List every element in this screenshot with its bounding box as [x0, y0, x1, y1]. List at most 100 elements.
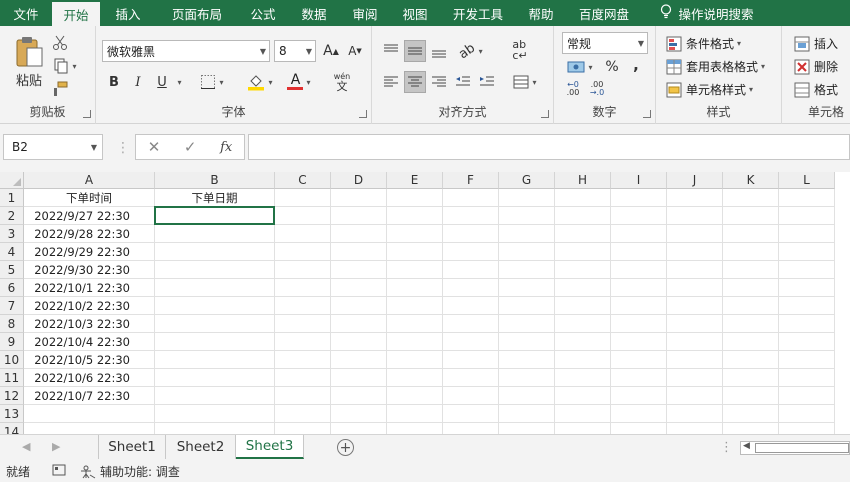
- cell-a14[interactable]: [24, 423, 155, 434]
- cell-b8[interactable]: [155, 315, 275, 333]
- cell-f8[interactable]: [443, 315, 499, 333]
- column-header-i[interactable]: I: [611, 172, 667, 189]
- tab-home[interactable]: 开始: [52, 2, 100, 26]
- cell-i2[interactable]: [611, 207, 667, 225]
- cell-l6[interactable]: [779, 279, 835, 297]
- cell-e3[interactable]: [387, 225, 443, 243]
- cell-f1[interactable]: [443, 189, 499, 207]
- cell-d2[interactable]: [331, 207, 387, 225]
- scroll-right-icon[interactable]: ▶: [52, 440, 60, 453]
- cell-f12[interactable]: [443, 387, 499, 405]
- delete-cells-button[interactable]: 删除: [794, 58, 838, 75]
- cell-k13[interactable]: [723, 405, 779, 423]
- cell-l10[interactable]: [779, 351, 835, 369]
- enter-icon[interactable]: ✓: [184, 138, 197, 156]
- cell-j1[interactable]: [667, 189, 723, 207]
- cell-f7[interactable]: [443, 297, 499, 315]
- cell-e14[interactable]: [387, 423, 443, 434]
- cell-f3[interactable]: [443, 225, 499, 243]
- cell-l14[interactable]: [779, 423, 835, 434]
- cell-h10[interactable]: [555, 351, 611, 369]
- row-header-9[interactable]: 9: [0, 333, 24, 351]
- cell-i6[interactable]: [611, 279, 667, 297]
- tab-insert[interactable]: 插入: [100, 0, 156, 26]
- cell-k14[interactable]: [723, 423, 779, 434]
- cell-l9[interactable]: [779, 333, 835, 351]
- cell-e6[interactable]: [387, 279, 443, 297]
- cell-j4[interactable]: [667, 243, 723, 261]
- alignment-launcher-icon[interactable]: [541, 110, 549, 118]
- cell-d12[interactable]: [331, 387, 387, 405]
- row-header-2[interactable]: 2: [0, 207, 24, 225]
- sheet-tab-1[interactable]: Sheet1: [98, 435, 166, 459]
- cell-a2[interactable]: 2022/9/27 22:30: [24, 207, 155, 225]
- font-launcher-icon[interactable]: [359, 110, 367, 118]
- formula-input[interactable]: [248, 134, 850, 160]
- macro-record-icon[interactable]: [52, 463, 66, 480]
- cell-e2[interactable]: [387, 207, 443, 225]
- horizontal-scrollbar[interactable]: ◀: [740, 441, 850, 455]
- row-header-12[interactable]: 12: [0, 387, 24, 405]
- align-right-icon[interactable]: [428, 71, 450, 93]
- cell-h11[interactable]: [555, 369, 611, 387]
- cell-l13[interactable]: [779, 405, 835, 423]
- cell-j2[interactable]: [667, 207, 723, 225]
- decrease-indent-icon[interactable]: [452, 71, 474, 93]
- fill-color-button[interactable]: ▾: [242, 71, 278, 93]
- cell-k1[interactable]: [723, 189, 779, 207]
- comma-style-button[interactable]: ,: [626, 54, 646, 76]
- bold-button[interactable]: B: [104, 71, 124, 93]
- cell-l1[interactable]: [779, 189, 835, 207]
- scroll-left-icon[interactable]: ◀: [22, 440, 30, 453]
- cell-c7[interactable]: [275, 297, 331, 315]
- accessibility-status[interactable]: 辅助功能: 调查: [80, 463, 180, 480]
- cell-a10[interactable]: 2022/10/5 22:30: [24, 351, 155, 369]
- cell-i3[interactable]: [611, 225, 667, 243]
- cell-g3[interactable]: [499, 225, 555, 243]
- column-header-h[interactable]: H: [555, 172, 611, 189]
- align-center-icon[interactable]: [404, 71, 426, 93]
- align-left-icon[interactable]: [380, 71, 402, 93]
- cell-d4[interactable]: [331, 243, 387, 261]
- cell-a8[interactable]: 2022/10/3 22:30: [24, 315, 155, 333]
- borders-button[interactable]: ▾: [196, 71, 228, 93]
- italic-button[interactable]: I: [128, 71, 148, 93]
- tab-help[interactable]: 帮助: [516, 0, 566, 26]
- cell-d11[interactable]: [331, 369, 387, 387]
- cell-h2[interactable]: [555, 207, 611, 225]
- cell-l3[interactable]: [779, 225, 835, 243]
- cell-a6[interactable]: 2022/10/1 22:30: [24, 279, 155, 297]
- cell-j9[interactable]: [667, 333, 723, 351]
- cell-j10[interactable]: [667, 351, 723, 369]
- insert-function-icon[interactable]: fx: [220, 140, 232, 155]
- cell-e7[interactable]: [387, 297, 443, 315]
- cell-g4[interactable]: [499, 243, 555, 261]
- cell-c4[interactable]: [275, 243, 331, 261]
- cell-g8[interactable]: [499, 315, 555, 333]
- cell-a11[interactable]: 2022/10/6 22:30: [24, 369, 155, 387]
- cell-h13[interactable]: [555, 405, 611, 423]
- formula-bar-grip-icon[interactable]: ⋮: [116, 140, 130, 156]
- cell-l12[interactable]: [779, 387, 835, 405]
- row-header-10[interactable]: 10: [0, 351, 24, 369]
- increase-decimal-icon[interactable]: ←0.00: [562, 78, 584, 100]
- cell-a12[interactable]: 2022/10/7 22:30: [24, 387, 155, 405]
- cell-j13[interactable]: [667, 405, 723, 423]
- cell-j8[interactable]: [667, 315, 723, 333]
- cell-a13[interactable]: [24, 405, 155, 423]
- cell-f5[interactable]: [443, 261, 499, 279]
- currency-format-button[interactable]: ▾: [562, 56, 598, 78]
- column-header-k[interactable]: K: [723, 172, 779, 189]
- cell-b11[interactable]: [155, 369, 275, 387]
- cell-f6[interactable]: [443, 279, 499, 297]
- cell-g10[interactable]: [499, 351, 555, 369]
- cell-d5[interactable]: [331, 261, 387, 279]
- cell-k5[interactable]: [723, 261, 779, 279]
- increase-indent-icon[interactable]: [476, 71, 498, 93]
- row-header-3[interactable]: 3: [0, 225, 24, 243]
- cell-d6[interactable]: [331, 279, 387, 297]
- cell-c6[interactable]: [275, 279, 331, 297]
- cell-l11[interactable]: [779, 369, 835, 387]
- cell-e13[interactable]: [387, 405, 443, 423]
- cell-k9[interactable]: [723, 333, 779, 351]
